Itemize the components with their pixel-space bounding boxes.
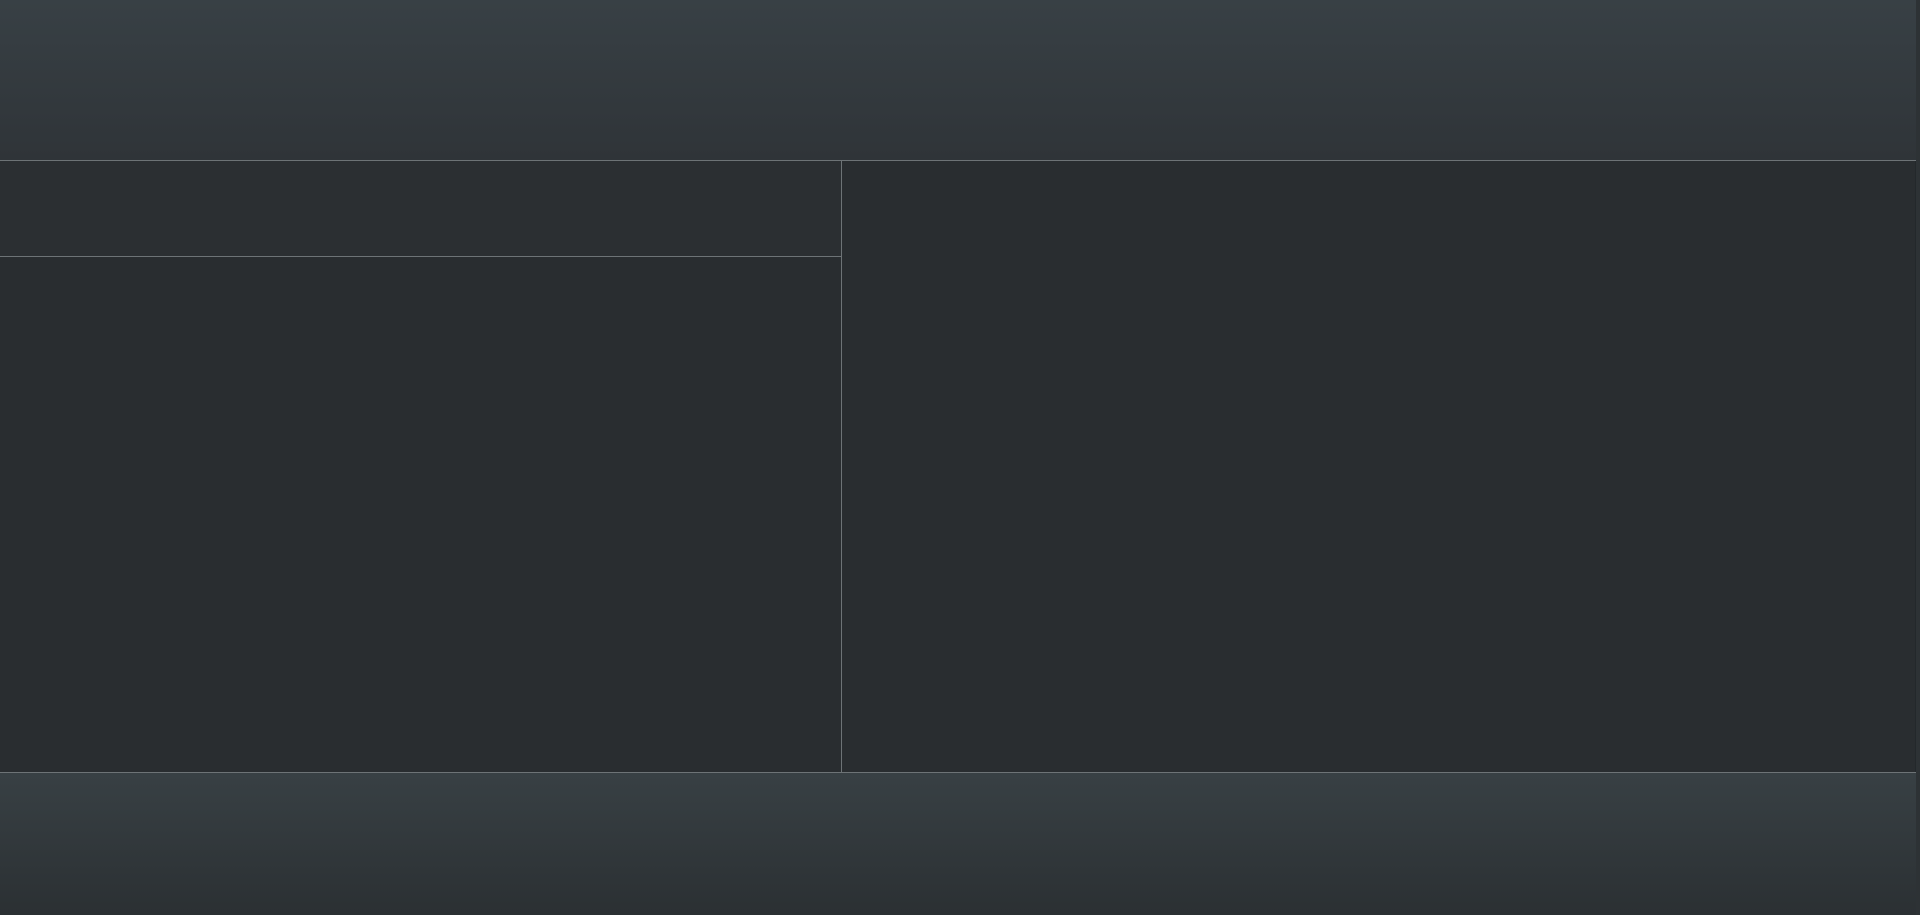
app-window <box>0 0 1920 915</box>
left-panel-content <box>0 257 841 772</box>
right-panel <box>842 161 1915 772</box>
left-panel-toolbar <box>0 161 841 256</box>
left-panel <box>0 161 841 772</box>
footer-bar <box>0 773 1920 915</box>
window-edge <box>1916 0 1920 915</box>
header-bar <box>0 0 1920 160</box>
